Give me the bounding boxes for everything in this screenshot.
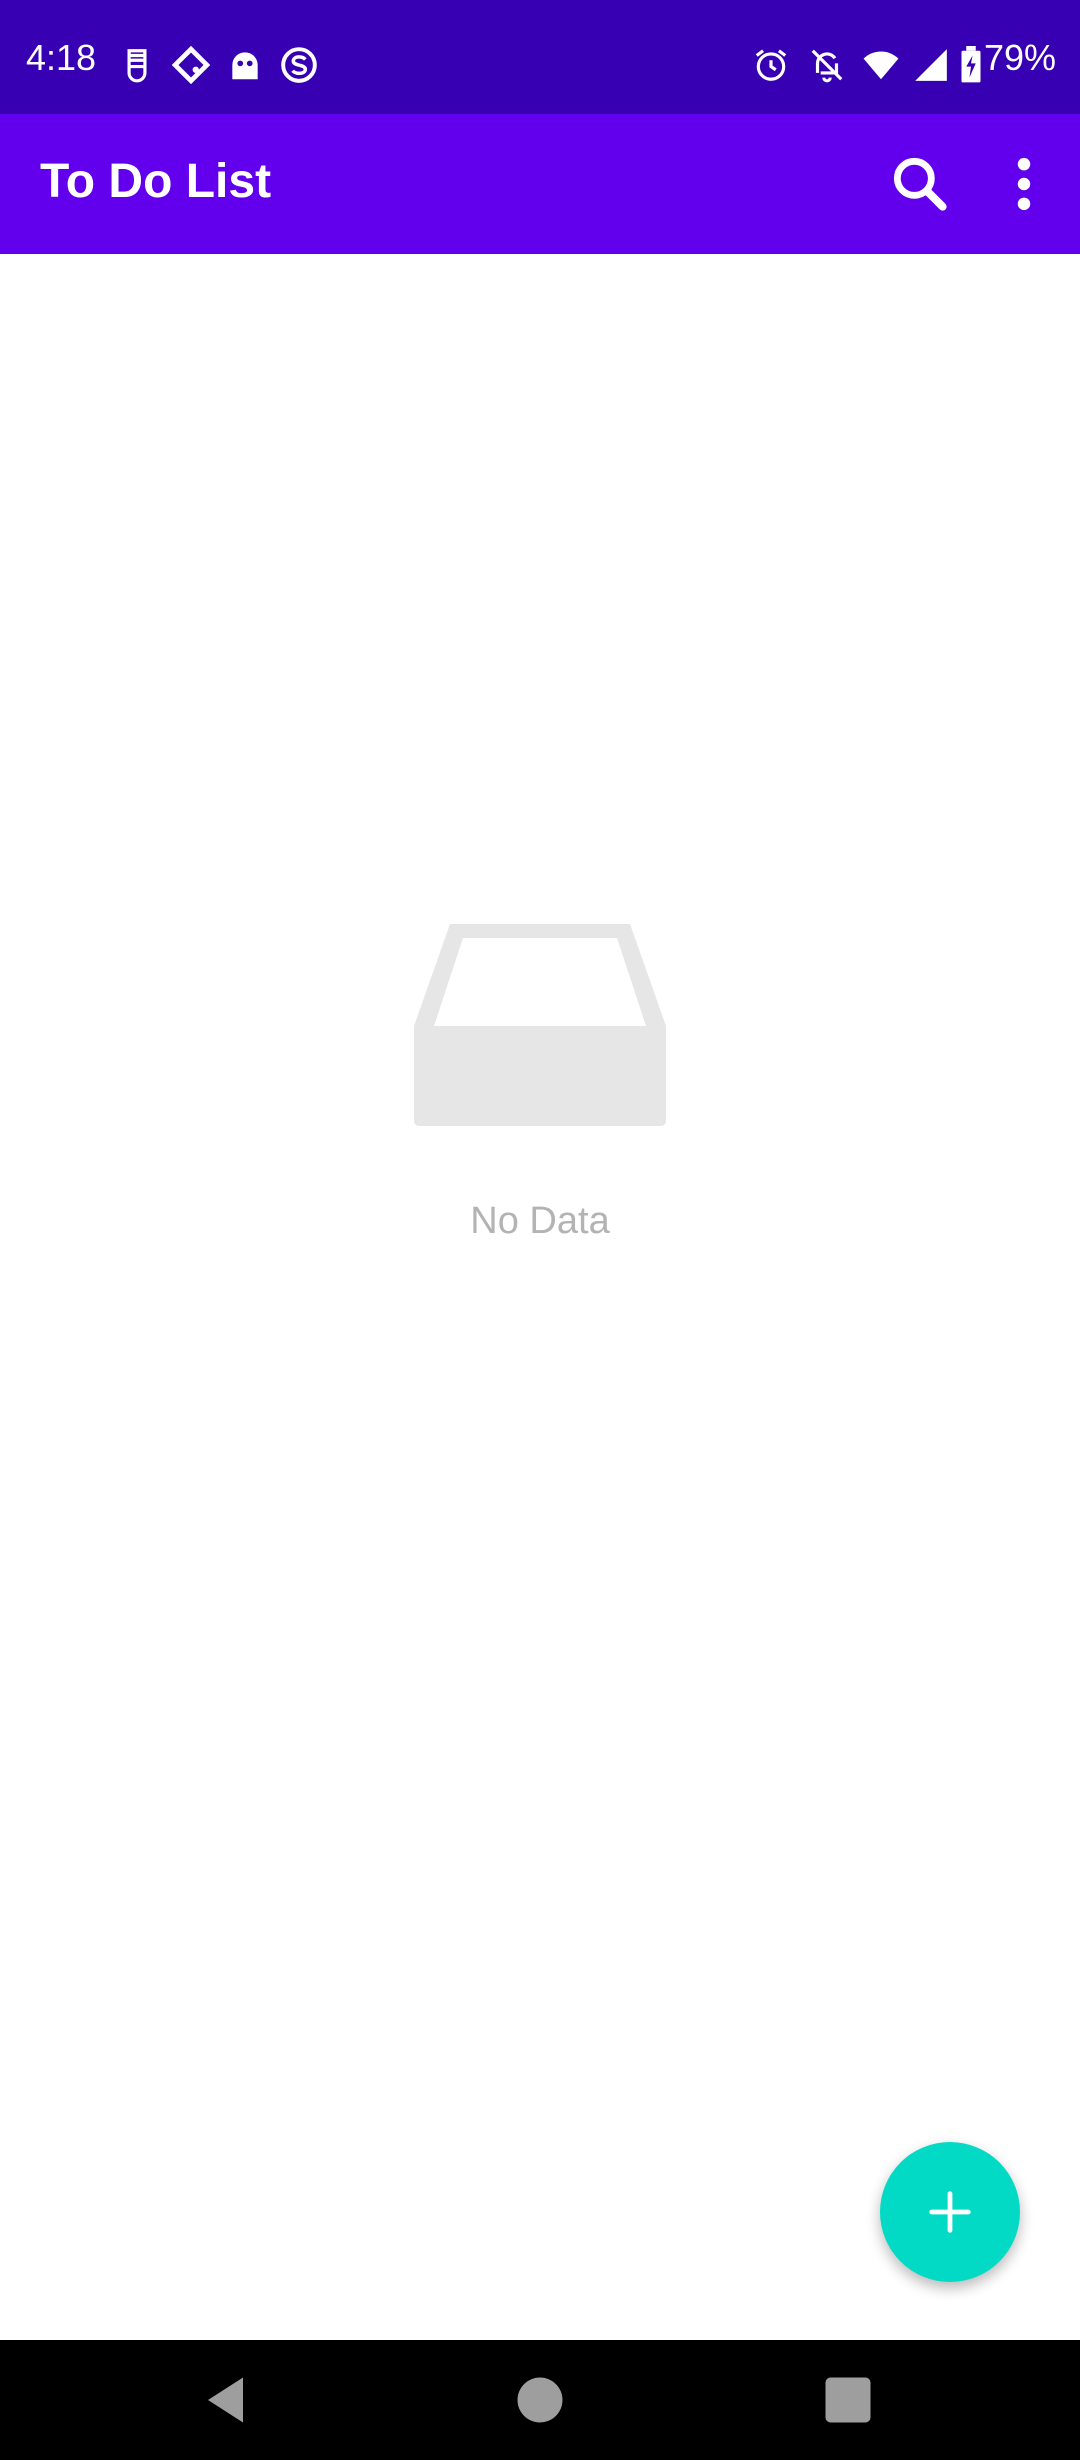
battery-charging-icon [961, 46, 981, 83]
ghost-app-icon [232, 52, 258, 80]
empty-state: No Data [0, 920, 1080, 1243]
status-time: 4:18 [26, 37, 97, 78]
diamond-app-icon [172, 46, 210, 84]
add-icon [929, 2191, 971, 2233]
empty-state-text: No Data [470, 1200, 610, 1242]
back-icon[interactable] [198, 2370, 258, 2430]
home-icon[interactable] [510, 2370, 570, 2430]
search-icon[interactable] [886, 150, 954, 218]
notifications-off-icon [811, 49, 843, 83]
sim-icon [127, 49, 147, 83]
more-vert-icon[interactable] [990, 150, 1058, 218]
add-task-button[interactable] [880, 2142, 1020, 2282]
battery-percent: 79% [984, 37, 1057, 78]
alarm-icon [755, 49, 787, 81]
signal-icon [915, 49, 947, 81]
navigation-bar [0, 2340, 1080, 2460]
app-bar: To Do List [0, 114, 1080, 254]
s-app-icon [281, 47, 317, 83]
recents-icon[interactable] [818, 2370, 878, 2430]
inbox-tray-icon [414, 924, 666, 1126]
page-title: To Do List [40, 155, 272, 208]
screen: 4:18 79% To Do List No Data [0, 0, 1080, 2460]
status-bar: 4:18 79% [0, 0, 1080, 114]
wifi-icon [863, 51, 899, 80]
